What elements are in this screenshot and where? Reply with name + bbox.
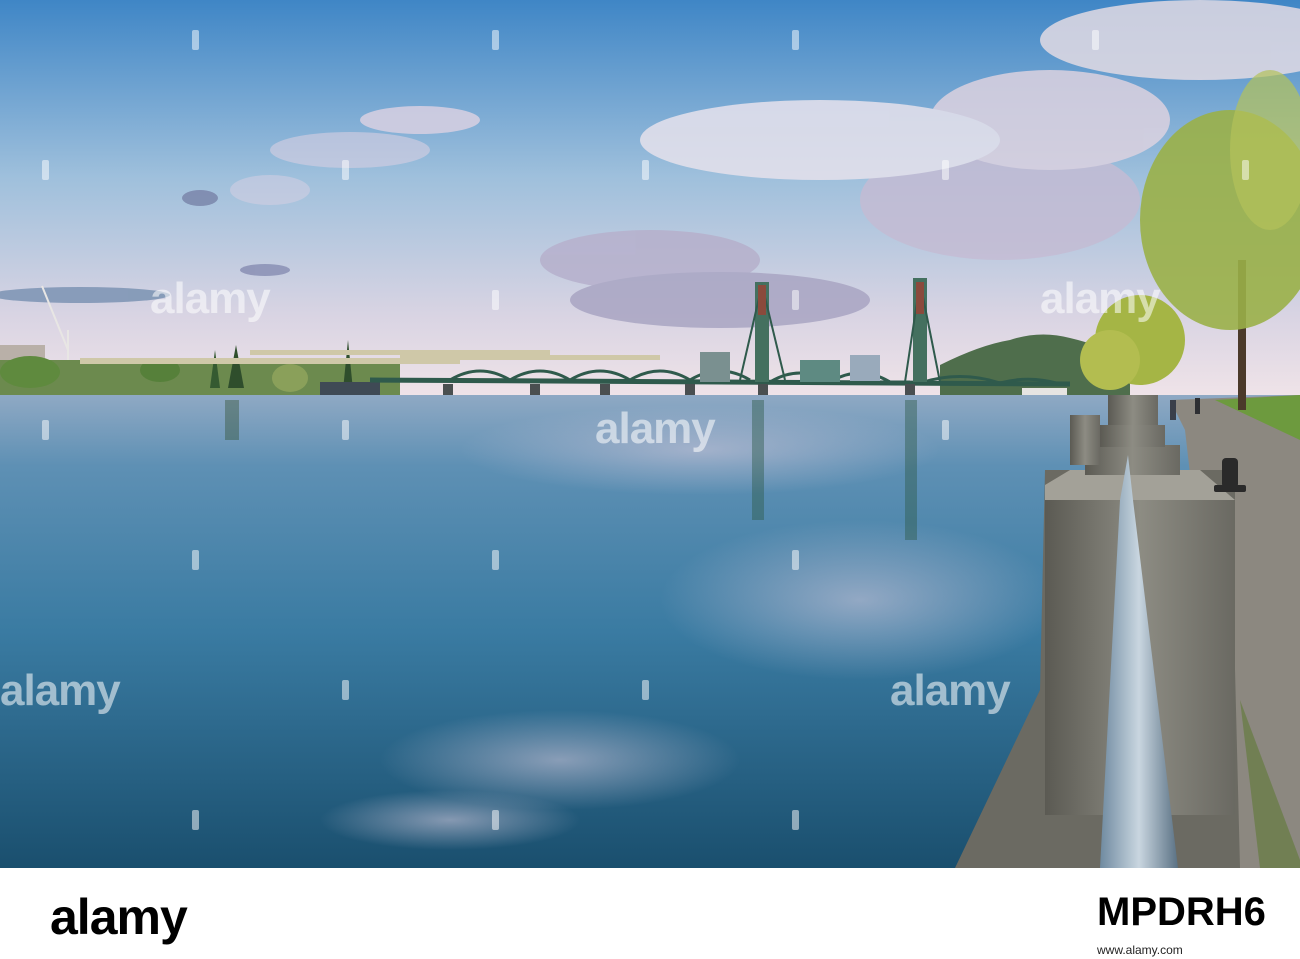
watermark-text: alamy: [150, 274, 271, 323]
watermark-tick: [792, 550, 799, 570]
watermark-tick: [192, 550, 199, 570]
watermark-tick: [942, 160, 949, 180]
watermark-tick: [792, 810, 799, 830]
watermark-tick: [492, 290, 499, 310]
watermark-text: alamy: [0, 666, 121, 715]
watermark-tick: [342, 420, 349, 440]
river-photo: alamy alamy alamy alamy alamy: [0, 0, 1300, 868]
watermark-tick: [492, 810, 499, 830]
watermark-tick: [192, 810, 199, 830]
watermark-tick: [342, 160, 349, 180]
watermark-tick: [942, 420, 949, 440]
watermark-tick: [492, 550, 499, 570]
image-id: MPDRH6: [1097, 890, 1266, 934]
footer-url[interactable]: www.alamy.com: [1097, 943, 1183, 957]
watermark-text: alamy: [595, 404, 716, 453]
pedestrian: [1195, 398, 1200, 414]
watermark-tick: [642, 680, 649, 700]
watermark-tick: [492, 30, 499, 50]
watermark-tick: [342, 680, 349, 700]
watermark-tick: [1242, 160, 1249, 180]
watermark-tick: [1092, 30, 1099, 50]
watermark-tick: [792, 30, 799, 50]
bollard: [1222, 458, 1238, 488]
watermark-tick: [642, 160, 649, 180]
stock-footer-bar: alamy MPDRH6 www.alamy.com: [0, 868, 1300, 959]
watermark-text: alamy: [1040, 274, 1161, 323]
pedestrian: [1170, 400, 1176, 420]
footer-logo[interactable]: alamy: [50, 888, 188, 946]
watermark-tick: [42, 160, 49, 180]
watermark-tick: [792, 290, 799, 310]
watermark-tick: [42, 420, 49, 440]
watermark-tick: [192, 30, 199, 50]
watermark-text: alamy: [890, 666, 1011, 715]
